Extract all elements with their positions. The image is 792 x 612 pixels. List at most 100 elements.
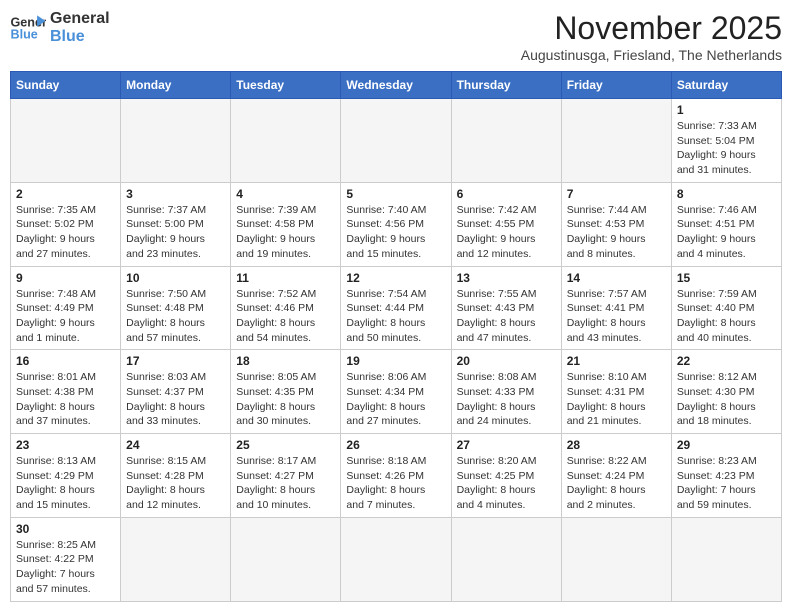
day-number: 16 (16, 354, 115, 368)
day-cell: 3 Sunrise: 7:37 AM Sunset: 5:00 PM Daylig… (121, 182, 231, 266)
day-number: 2 (16, 187, 115, 201)
day-number: 18 (236, 354, 335, 368)
day-info: Sunrise: 7:54 AM Sunset: 4:44 PM Dayligh… (346, 287, 445, 346)
day-cell: 14Sunrise: 7:57 AM Sunset: 4:41 PM Dayli… (561, 266, 671, 350)
month-title: November 2025 (521, 10, 782, 47)
day-cell: 1 Sunrise: 7:33 AM Sunset: 5:04 PM Daylig… (671, 99, 781, 183)
day-info: Sunrise: 8:01 AM Sunset: 4:38 PM Dayligh… (16, 370, 115, 429)
day-info: Sunrise: 7:44 AM Sunset: 4:53 PM Dayligh… (567, 203, 666, 262)
day-number: 1 (677, 103, 776, 117)
logo-general: General (50, 10, 110, 28)
day-cell: 12 Sunrise: 7:54 AM Sunset: 4:44 PM Dayli… (341, 266, 451, 350)
day-number: 6 (457, 187, 556, 201)
day-info: Sunrise: 8:10 AM Sunset: 4:31 PM Dayligh… (567, 370, 666, 429)
day-cell: 28Sunrise: 8:22 AM Sunset: 4:24 PM Dayli… (561, 434, 671, 518)
day-info: Sunrise: 8:15 AM Sunset: 4:28 PM Dayligh… (126, 454, 225, 513)
day-number: 5 (346, 187, 445, 201)
day-cell (121, 99, 231, 183)
day-cell: 30 Sunrise: 8:25 AM Sunset: 4:22 PM Dayli… (11, 517, 121, 601)
day-info: Sunrise: 8:20 AM Sunset: 4:25 PM Dayligh… (457, 454, 556, 513)
day-number: 3 (126, 187, 225, 201)
header-tuesday: Tuesday (231, 72, 341, 99)
calendar-header-row: SundayMondayTuesdayWednesdayThursdayFrid… (11, 72, 782, 99)
day-number: 9 (16, 271, 115, 285)
day-cell (341, 99, 451, 183)
day-cell (451, 517, 561, 601)
week-row-0: 1 Sunrise: 7:33 AM Sunset: 5:04 PM Daylig… (11, 99, 782, 183)
calendar: SundayMondayTuesdayWednesdayThursdayFrid… (10, 71, 782, 602)
day-cell: 15Sunrise: 7:59 AM Sunset: 4:40 PM Dayli… (671, 266, 781, 350)
day-info: Sunrise: 8:23 AM Sunset: 4:23 PM Dayligh… (677, 454, 776, 513)
day-cell: 10 Sunrise: 7:50 AM Sunset: 4:48 PM Dayli… (121, 266, 231, 350)
header-monday: Monday (121, 72, 231, 99)
week-row-1: 2 Sunrise: 7:35 AM Sunset: 5:02 PM Daylig… (11, 182, 782, 266)
day-number: 10 (126, 271, 225, 285)
day-cell (231, 517, 341, 601)
day-number: 25 (236, 438, 335, 452)
day-number: 17 (126, 354, 225, 368)
day-cell: 6 Sunrise: 7:42 AM Sunset: 4:55 PM Daylig… (451, 182, 561, 266)
day-number: 15 (677, 271, 776, 285)
day-info: Sunrise: 8:05 AM Sunset: 4:35 PM Dayligh… (236, 370, 335, 429)
day-cell: 29Sunrise: 8:23 AM Sunset: 4:23 PM Dayli… (671, 434, 781, 518)
logo-icon: General Blue (10, 14, 46, 42)
day-info: Sunrise: 7:42 AM Sunset: 4:55 PM Dayligh… (457, 203, 556, 262)
day-cell (121, 517, 231, 601)
day-cell (561, 517, 671, 601)
day-cell (671, 517, 781, 601)
week-row-5: 30 Sunrise: 8:25 AM Sunset: 4:22 PM Dayli… (11, 517, 782, 601)
header-sunday: Sunday (11, 72, 121, 99)
day-cell (561, 99, 671, 183)
day-info: Sunrise: 8:12 AM Sunset: 4:30 PM Dayligh… (677, 370, 776, 429)
day-info: Sunrise: 8:25 AM Sunset: 4:22 PM Dayligh… (16, 538, 115, 597)
day-cell: 5 Sunrise: 7:40 AM Sunset: 4:56 PM Daylig… (341, 182, 451, 266)
day-info: Sunrise: 8:17 AM Sunset: 4:27 PM Dayligh… (236, 454, 335, 513)
day-cell (11, 99, 121, 183)
day-info: Sunrise: 7:57 AM Sunset: 4:41 PM Dayligh… (567, 287, 666, 346)
day-cell (341, 517, 451, 601)
day-info: Sunrise: 8:06 AM Sunset: 4:34 PM Dayligh… (346, 370, 445, 429)
day-info: Sunrise: 7:40 AM Sunset: 4:56 PM Dayligh… (346, 203, 445, 262)
day-number: 11 (236, 271, 335, 285)
day-number: 27 (457, 438, 556, 452)
day-cell: 24 Sunrise: 8:15 AM Sunset: 4:28 PM Dayli… (121, 434, 231, 518)
day-cell: 18 Sunrise: 8:05 AM Sunset: 4:35 PM Dayli… (231, 350, 341, 434)
day-info: Sunrise: 7:46 AM Sunset: 4:51 PM Dayligh… (677, 203, 776, 262)
day-number: 8 (677, 187, 776, 201)
day-cell: 17 Sunrise: 8:03 AM Sunset: 4:37 PM Dayli… (121, 350, 231, 434)
day-number: 22 (677, 354, 776, 368)
day-number: 4 (236, 187, 335, 201)
day-cell: 27 Sunrise: 8:20 AM Sunset: 4:25 PM Dayli… (451, 434, 561, 518)
day-number: 12 (346, 271, 445, 285)
week-row-4: 23Sunrise: 8:13 AM Sunset: 4:29 PM Dayli… (11, 434, 782, 518)
day-cell: 22 Sunrise: 8:12 AM Sunset: 4:30 PM Dayli… (671, 350, 781, 434)
day-number: 24 (126, 438, 225, 452)
day-info: Sunrise: 7:55 AM Sunset: 4:43 PM Dayligh… (457, 287, 556, 346)
day-cell: 20Sunrise: 8:08 AM Sunset: 4:33 PM Dayli… (451, 350, 561, 434)
day-number: 30 (16, 522, 115, 536)
day-info: Sunrise: 7:35 AM Sunset: 5:02 PM Dayligh… (16, 203, 115, 262)
header-friday: Friday (561, 72, 671, 99)
svg-text:Blue: Blue (11, 27, 38, 41)
day-number: 20 (457, 354, 556, 368)
day-number: 7 (567, 187, 666, 201)
day-cell: 23Sunrise: 8:13 AM Sunset: 4:29 PM Dayli… (11, 434, 121, 518)
header-saturday: Saturday (671, 72, 781, 99)
day-info: Sunrise: 8:03 AM Sunset: 4:37 PM Dayligh… (126, 370, 225, 429)
day-cell: 19Sunrise: 8:06 AM Sunset: 4:34 PM Dayli… (341, 350, 451, 434)
day-info: Sunrise: 8:22 AM Sunset: 4:24 PM Dayligh… (567, 454, 666, 513)
week-row-2: 9Sunrise: 7:48 AM Sunset: 4:49 PM Daylig… (11, 266, 782, 350)
day-info: Sunrise: 7:33 AM Sunset: 5:04 PM Dayligh… (677, 119, 776, 178)
title-block: November 2025 Augustinusga, Friesland, T… (521, 10, 782, 63)
week-row-3: 16 Sunrise: 8:01 AM Sunset: 4:38 PM Dayli… (11, 350, 782, 434)
day-info: Sunrise: 7:50 AM Sunset: 4:48 PM Dayligh… (126, 287, 225, 346)
day-cell: 13 Sunrise: 7:55 AM Sunset: 4:43 PM Dayli… (451, 266, 561, 350)
day-cell (231, 99, 341, 183)
day-cell: 2 Sunrise: 7:35 AM Sunset: 5:02 PM Daylig… (11, 182, 121, 266)
day-cell: 11Sunrise: 7:52 AM Sunset: 4:46 PM Dayli… (231, 266, 341, 350)
day-cell: 4Sunrise: 7:39 AM Sunset: 4:58 PM Daylig… (231, 182, 341, 266)
day-info: Sunrise: 7:37 AM Sunset: 5:00 PM Dayligh… (126, 203, 225, 262)
day-cell: 8 Sunrise: 7:46 AM Sunset: 4:51 PM Daylig… (671, 182, 781, 266)
day-number: 13 (457, 271, 556, 285)
day-cell: 25 Sunrise: 8:17 AM Sunset: 4:27 PM Dayli… (231, 434, 341, 518)
